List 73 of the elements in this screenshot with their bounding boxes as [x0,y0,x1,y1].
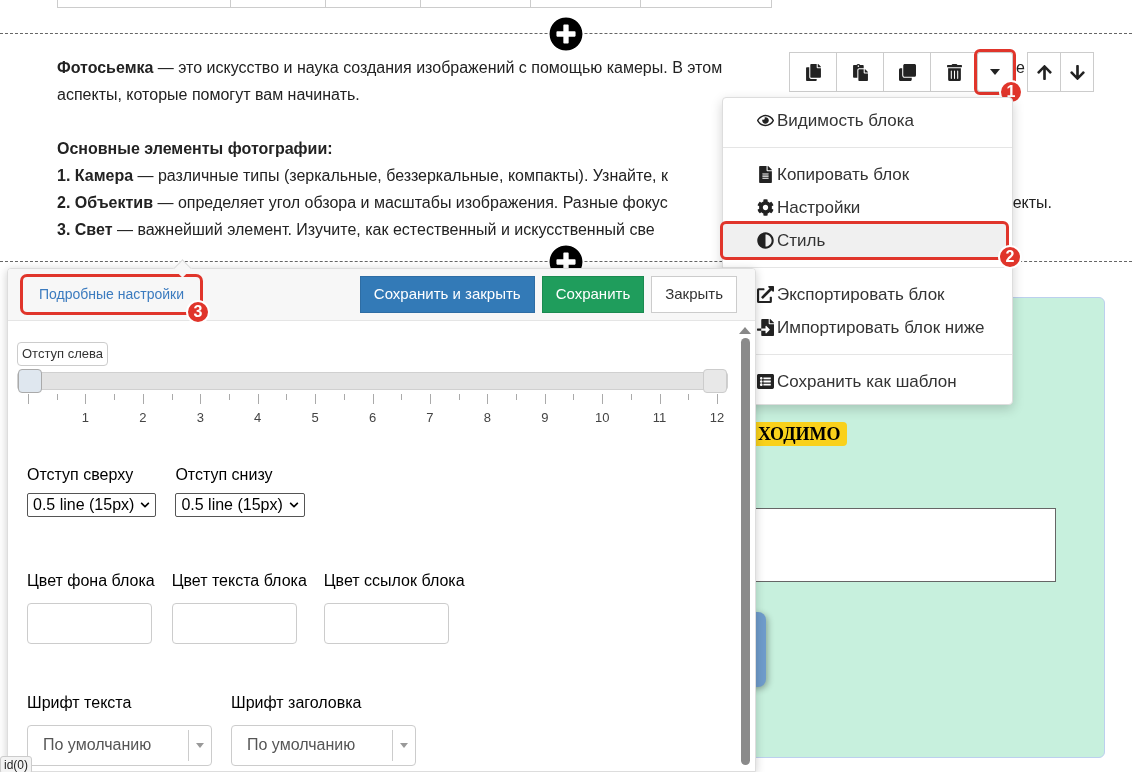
paragraph-line: 2. Объектив — определяет угол обзора и масштабы изображения. Разные фокус [57,193,668,213]
scale-label: 4 [254,408,262,427]
import-icon [757,319,774,336]
panel-button[interactable]: Закрыть [651,276,737,313]
chevron-down-icon [288,499,299,510]
eye-icon [757,112,774,129]
trash-icon [945,63,963,81]
color-field[interactable] [323,602,449,644]
menu-item[interactable]: Видимость блока [723,104,1012,137]
chevron-down-icon [140,499,151,510]
copy-icon [804,63,822,81]
caret-icon [196,742,204,748]
paragraph-line: Основные элементы фотографии: [57,139,333,159]
caret-icon [990,69,1000,75]
scale-label: 10 [594,408,610,427]
field-label: Цвет фона блока [27,570,155,591]
highlight-badge: ХОДИМО [756,422,847,446]
scale-label: 12 [709,408,725,427]
menu-item[interactable]: Настройки [723,191,1012,224]
scale-label: 1 [81,408,89,427]
annotation-badge: 3 [186,300,211,324]
field-label: Цвет ссылок блока [323,570,465,591]
export-icon [757,286,774,303]
paragraph-line: Фотосьемка — это искусство и наука создания изображений с помощью камеры. В этом [57,58,723,78]
clipboard-icon [851,63,869,81]
scale-label: 3 [196,408,204,427]
toolbar-button[interactable] [789,52,837,92]
scale-label: 8 [483,408,491,427]
select-field[interactable]: По умолчанию [27,724,212,766]
clone-icon [898,63,916,81]
select-field[interactable]: 0.5 line (15px) [175,492,305,517]
panel-button[interactable]: Сохранить и закрыть [359,276,535,313]
list-icon [757,373,774,390]
settings-icon [757,199,774,216]
scale-label: 2 [139,408,147,427]
field-label: Шрифт текста [27,692,133,713]
color-field[interactable] [27,602,152,644]
field-label: Отступ снизу [175,464,274,485]
scale-label: 6 [368,408,377,427]
scale-label: 5 [311,408,319,427]
menu-item[interactable]: Копировать блок [723,158,1012,191]
field-label: Цвет текста блока [171,570,307,591]
field-label: Отступ сверху [27,464,135,485]
slider-handle[interactable] [18,368,42,393]
annotation-badge: 2 [998,245,1022,269]
slider-label: Отступ слева [17,342,108,366]
paragraph-line: 3. Свет — важнейший элемент. Изучите, как естественный и искусственный све [57,220,655,240]
arrow-down-icon [1068,63,1086,81]
paragraph-line: 1. Камера — различные типы (зеркальные, беззеркальные, компакты). Узнайте, к [57,166,668,186]
caret-icon [400,742,408,748]
field-label: Шрифт заголовка [231,692,363,713]
scrollbar-thumb[interactable] [740,338,750,765]
paragraph-line: аспекты, которые помогут вам начинать. [57,85,360,105]
toolbar-button[interactable] [1027,52,1061,92]
toolbar-button[interactable] [836,52,884,92]
status-tooltip: id(0) [0,756,32,772]
contrast-icon [757,232,774,249]
select-field[interactable]: 0.5 line (15px) [27,492,157,517]
paragraph-line: екты. [1012,193,1052,213]
add-block-icon[interactable] [549,17,583,51]
slider-end-handle[interactable] [703,368,727,393]
color-field[interactable] [171,602,297,644]
scale-label: 9 [541,408,549,427]
menu-item[interactable]: Стиль [723,224,1006,257]
paragraph-line: е [1016,58,1025,78]
document-icon [757,166,774,183]
toolbar-button[interactable] [1060,52,1094,92]
arrow-up-icon [1035,63,1053,81]
toolbar-button[interactable] [883,52,931,92]
scale-label: 11 [652,408,667,427]
scroll-up-icon[interactable] [739,327,751,334]
select-field[interactable]: По умолчанию [231,724,416,766]
scale-label: 7 [426,408,434,427]
